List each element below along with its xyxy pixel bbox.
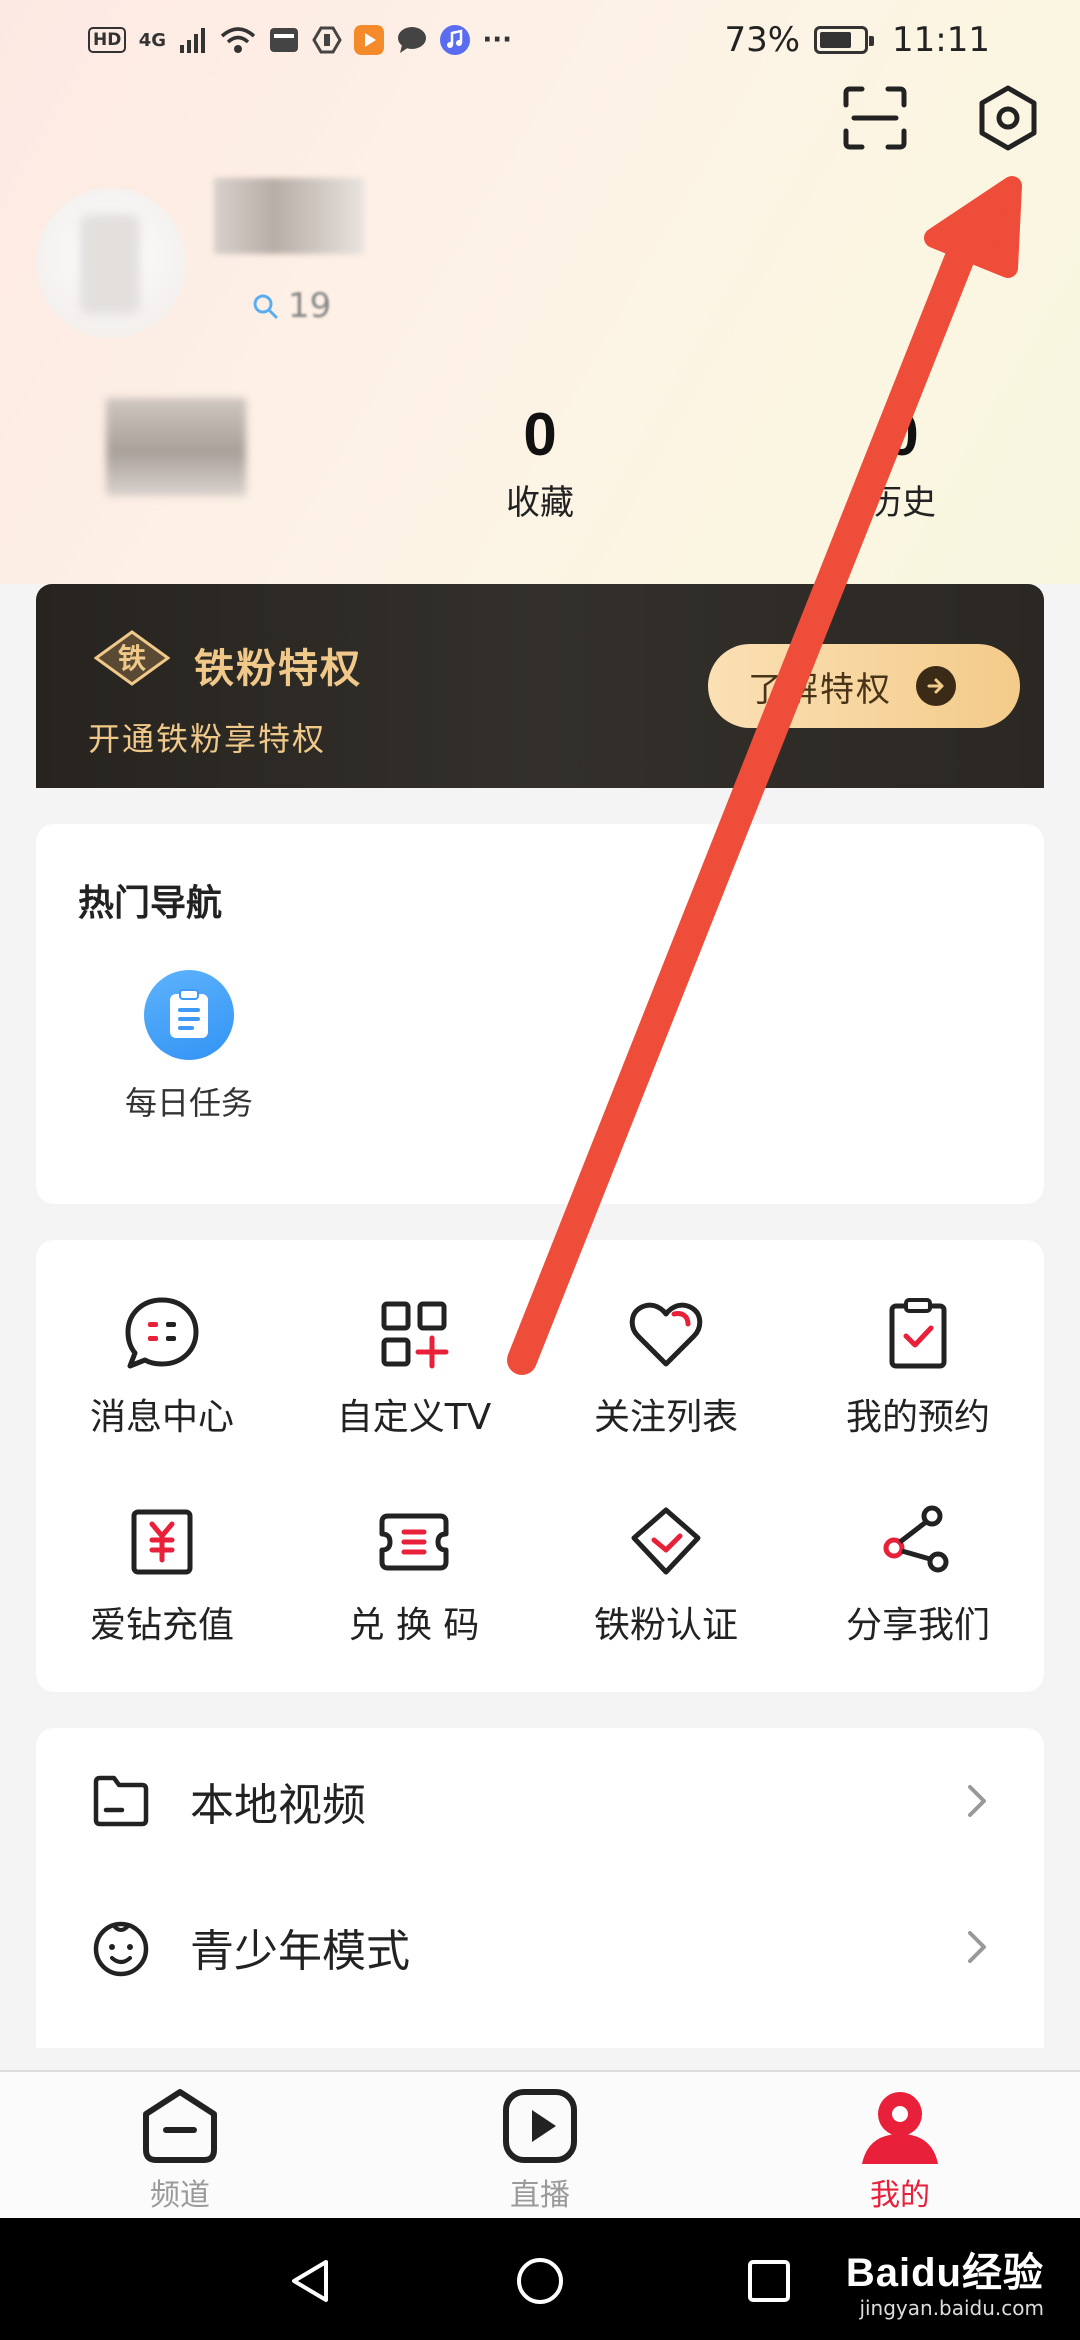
recharge-icon (131, 1509, 193, 1575)
tab-mine[interactable]: 我的 (810, 2084, 990, 2214)
home-icon[interactable] (515, 2256, 565, 2306)
redeem-code-item[interactable]: 兑 换 码 (288, 1500, 540, 1648)
chevron-right-icon (968, 1931, 986, 1963)
profile-icon (862, 2092, 938, 2164)
favorites-label: 收藏 (506, 483, 574, 523)
tab-mine-label: 我的 (870, 2178, 930, 2213)
wifi-icon (221, 27, 256, 53)
follow-list-label: 关注列表 (593, 1397, 738, 1438)
scan-icon[interactable] (842, 85, 908, 151)
share-us-label: 分享我们 (845, 1605, 990, 1646)
tab-live[interactable]: 直播 (450, 2084, 630, 2214)
my-reservation-item[interactable]: 我的预约 (792, 1292, 1044, 1440)
arrow-right-icon (916, 666, 956, 706)
message-center-label: 消息中心 (89, 1397, 234, 1438)
avatar-image-blurred (80, 214, 140, 314)
favorites-count: 0 (523, 401, 557, 468)
music-icon (440, 25, 471, 55)
follow-list-item[interactable]: 关注列表 (540, 1292, 792, 1440)
hot-navigation-title: 热门导航 (78, 883, 223, 924)
hot-navigation-card: 热门导航 每日任务 (36, 824, 1044, 1204)
channel-icon (143, 2089, 217, 2163)
recharge-label: 爱钻充值 (89, 1605, 234, 1646)
history-label: 历史 (868, 483, 936, 523)
vip-subtitle: 开通铁粉享特权 (88, 720, 327, 758)
recharge-item[interactable]: 爱钻充值 (36, 1500, 288, 1648)
huawei-icon (270, 28, 299, 52)
learn-privilege-label: 了解特权 (748, 669, 892, 710)
custom-tv-label: 自定义TV (336, 1397, 492, 1438)
username-blurred[interactable] (214, 178, 364, 254)
custom-tv-grid-icon (381, 1301, 449, 1369)
local-video-row[interactable]: 本地视频 (36, 1728, 1044, 1874)
stats-row: 0 收藏 0 历史 (0, 390, 1080, 540)
message-icon (125, 1297, 199, 1369)
settings-gear-icon[interactable] (972, 82, 1044, 154)
share-us-item[interactable]: 分享我们 (792, 1500, 1044, 1648)
search-icon (253, 294, 278, 319)
child-face-icon (93, 1921, 149, 1977)
fan-verify-label: 铁粉认证 (593, 1605, 738, 1646)
chevron-right-icon (968, 1785, 986, 1817)
chat-icon (398, 27, 427, 53)
stat-history[interactable]: 0 历史 (792, 390, 1012, 526)
recents-icon[interactable] (744, 2256, 794, 2306)
vip-title: 铁粉特权 (194, 646, 362, 692)
back-icon[interactable] (286, 2256, 336, 2306)
folder-icon (93, 1775, 149, 1827)
battery-icon (814, 26, 875, 54)
redeem-code-icon (379, 1513, 449, 1571)
battery-percent: 73% (724, 20, 801, 60)
tab-channel[interactable]: 频道 (90, 2084, 270, 2214)
learn-privilege-button[interactable]: 了解特权 (708, 644, 1020, 728)
status-bar: HD 4G ··· 73% 11:11 (0, 0, 1080, 80)
local-video-label: 本地视频 (190, 1780, 366, 1831)
hd-indicator: HD (88, 27, 127, 53)
feature-grid-card: 消息中心 自定义TV 关注列表 我的预约 爱钻充值 兑 换 码 铁粉认证 分享我… (36, 1240, 1044, 1692)
heart-icon (629, 1302, 703, 1367)
uid-value: 19 (288, 286, 332, 326)
watermark-sub: jingyan.baidu.com (859, 2296, 1044, 2320)
my-reservation-label: 我的预约 (845, 1397, 990, 1438)
daily-task-item[interactable]: 每日任务 (114, 970, 264, 1124)
fan-verify-icon (631, 1507, 701, 1575)
clock: 11:11 (892, 20, 990, 60)
clipboard-icon (144, 970, 234, 1060)
status-right: 73% 11:11 (724, 20, 990, 60)
daily-task-label: 每日任务 (124, 1084, 253, 1122)
video-app-icon (354, 25, 385, 55)
settings-list-card: 本地视频 青少年模式 (36, 1728, 1044, 2048)
tab-channel-label: 频道 (150, 2178, 210, 2213)
youth-mode-label: 青少年模式 (190, 1926, 410, 1977)
network-4g-indicator: 4G (138, 29, 166, 51)
more-notifications: ··· (482, 25, 512, 55)
history-count: 0 (885, 401, 919, 468)
status-icons: HD 4G ··· (88, 24, 512, 56)
watermark: Baidu经验 jingyan.baidu.com (846, 2240, 1044, 2320)
vip-badge-text: 铁 (118, 642, 146, 675)
custom-tv-item[interactable]: 自定义TV (288, 1292, 540, 1440)
vip-badge-icon: 铁 (94, 630, 170, 686)
youth-mode-row[interactable]: 青少年模式 (36, 1874, 1044, 2020)
watermark-main: Baidu经验 (845, 2251, 1044, 2295)
hand-icon (312, 26, 343, 54)
message-center-item[interactable]: 消息中心 (36, 1292, 288, 1440)
share-icon (883, 1505, 949, 1573)
vip-card[interactable]: 铁 铁粉特权 开通铁粉享特权 了解特权 (36, 584, 1044, 788)
live-play-icon (503, 2089, 577, 2163)
redeem-code-label: 兑 换 码 (348, 1605, 480, 1646)
battery-fill (820, 32, 852, 48)
stat-favorites[interactable]: 0 收藏 (430, 390, 650, 526)
fan-verify-item[interactable]: 铁粉认证 (540, 1500, 792, 1648)
signal-icon (180, 28, 206, 53)
tab-live-label: 直播 (510, 2178, 570, 2213)
uid-row: 19 (250, 286, 331, 326)
bottom-tab-bar: 频道 直播 我的 (0, 2070, 1080, 2218)
reservation-icon (889, 1298, 947, 1369)
